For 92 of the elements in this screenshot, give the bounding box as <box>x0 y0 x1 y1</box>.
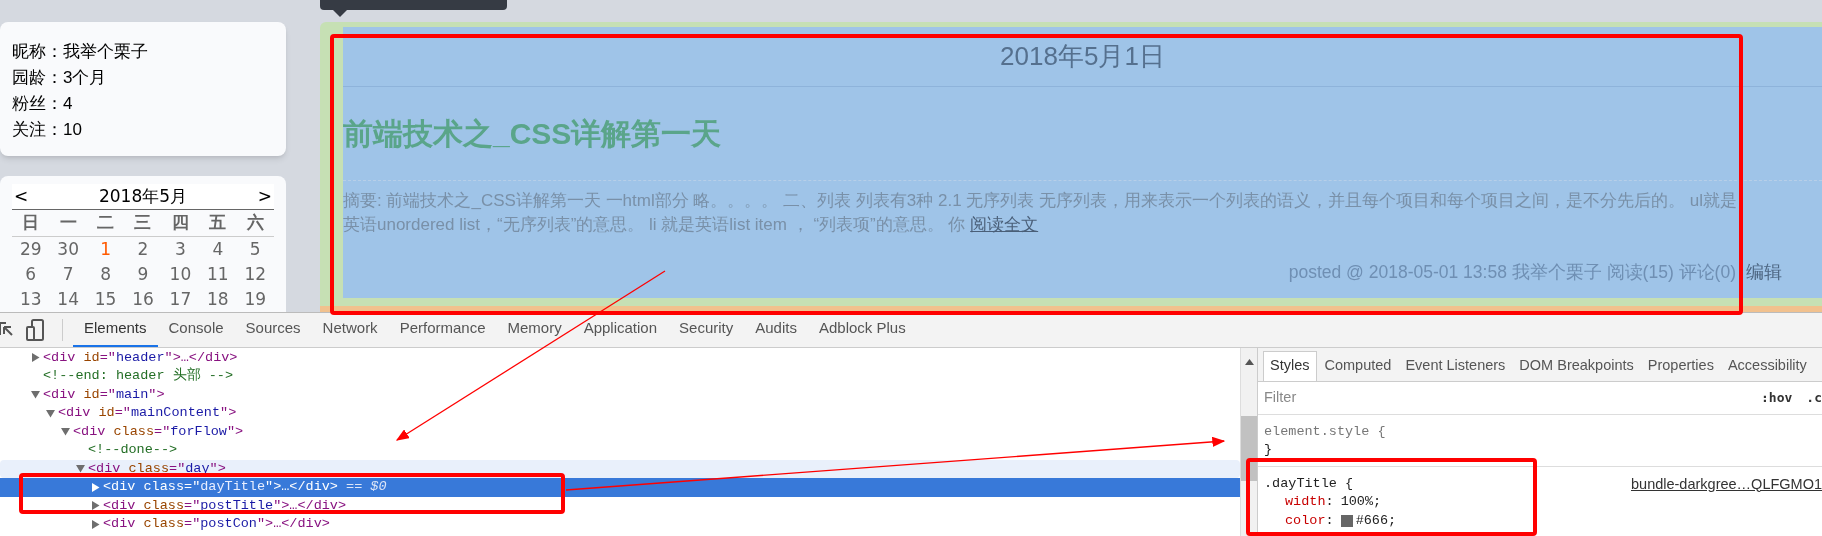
calendar-day[interactable]: 6 <box>25 264 37 284</box>
calendar-day[interactable]: 14 <box>57 289 79 309</box>
css-property-name: width <box>1285 493 1326 511</box>
devtools-tab[interactable]: Application <box>572 312 669 347</box>
devtools-tab[interactable]: Elements <box>73 312 158 347</box>
css-selector: .dayTitle { <box>1264 474 1354 493</box>
dom-node[interactable]: <!--end: header 头部 --> <box>0 367 1240 386</box>
calendar-title: 2018年5月 <box>98 184 188 208</box>
css-closing-brace: } <box>1264 441 1274 459</box>
calendar-day[interactable]: 19 <box>244 289 267 309</box>
profile-label: 粉丝： <box>12 93 63 115</box>
styles-pane-tab[interactable]: DOM Breakpoints <box>1513 350 1640 381</box>
devtools-tab[interactable]: Audits <box>744 312 808 347</box>
weekday-label: 五 <box>209 212 227 233</box>
calendar-day[interactable]: 30 <box>57 239 79 259</box>
collapsed-triangle-icon[interactable] <box>91 519 100 529</box>
profile-value: 3个月 <box>63 67 107 89</box>
calendar-day[interactable]: 16 <box>132 289 154 309</box>
dom-node[interactable]: <div class="postTitle">…</div> <box>0 496 1240 515</box>
styles-pane-tab[interactable]: Styles <box>1263 350 1317 381</box>
calendar-day[interactable]: 5 <box>249 239 261 259</box>
collapsed-triangle-icon[interactable] <box>31 353 40 363</box>
styles-pane-tab[interactable]: Accessibility <box>1721 350 1813 381</box>
css-colon: : <box>1325 493 1334 511</box>
calendar-day[interactable]: 9 <box>137 264 149 284</box>
calendar-day[interactable]: 15 <box>94 289 117 309</box>
calendar-day[interactable]: 17 <box>169 289 192 309</box>
filter-toggle-button[interactable]: .c <box>1792 387 1822 408</box>
styles-pane-tab[interactable]: Properties <box>1641 350 1720 381</box>
dom-node[interactable]: <div id="mainContent"> <box>0 404 1240 423</box>
devtools-tab[interactable]: Console <box>157 312 235 347</box>
collapsed-triangle-icon[interactable] <box>91 501 100 511</box>
dom-node[interactable]: <div id="main"> <box>0 385 1240 404</box>
calendar-day[interactable]: 7 <box>62 264 74 284</box>
profile-value: 4 <box>63 93 73 115</box>
calendar-day[interactable]: 12 <box>244 264 267 284</box>
calendar-day[interactable]: 8 <box>100 264 111 284</box>
tooltip-pointer-icon <box>332 9 348 17</box>
day-title: 2018年5月1日 <box>1000 40 1165 73</box>
css-colon: : <box>1325 511 1334 530</box>
styles-pane-tab[interactable]: Event Listeners <box>1399 350 1512 381</box>
expanded-triangle-icon[interactable] <box>46 408 55 418</box>
profile-label: 园龄： <box>12 67 63 89</box>
calendar-day[interactable]: 13 <box>19 289 42 309</box>
profile-label: 关注： <box>12 119 63 141</box>
weekday-label: 三 <box>134 212 152 233</box>
dom-node[interactable]: <div class="postCon">…</div> <box>0 515 1240 534</box>
stylesheet-link[interactable]: bundle-darkgree…QLFGMO1 <box>1631 474 1822 493</box>
css-property-value: 100%; <box>1340 493 1382 511</box>
weekday-label: 六 <box>246 212 264 233</box>
filter-field[interactable]: Filter <box>1264 386 1748 409</box>
weekday-label: 二 <box>97 212 115 233</box>
calendar-day[interactable]: 10 <box>169 264 192 284</box>
profile-value: 10 <box>63 119 82 141</box>
scroll-up-icon[interactable] <box>1245 358 1254 365</box>
color-swatch[interactable] <box>1340 514 1353 527</box>
css-property-name: color <box>1285 511 1326 530</box>
device-icon[interactable] <box>26 318 44 341</box>
devtools-tab[interactable]: Performance <box>388 312 497 347</box>
next-month-link[interactable]: > <box>257 183 272 210</box>
weekday-label: 四 <box>171 212 189 233</box>
dom-node[interactable]: <!--done--> <box>0 441 1240 460</box>
devtools-tab[interactable]: Adblock Plus <box>807 312 917 347</box>
devtools-tab[interactable]: Sources <box>234 312 312 347</box>
collapsed-triangle-icon[interactable] <box>91 482 100 492</box>
styles-pane-tab[interactable]: Computed <box>1318 350 1398 381</box>
weekday-label: 一 <box>59 212 77 233</box>
calendar-day[interactable]: 2 <box>137 239 149 259</box>
expanded-triangle-icon[interactable] <box>31 390 40 400</box>
calendar-day[interactable]: 29 <box>19 239 42 259</box>
devtools-tab[interactable]: Network <box>311 312 389 347</box>
calendar-day[interactable]: 4 <box>212 239 224 259</box>
calendar-day[interactable]: 11 <box>207 264 229 284</box>
devtools-tab[interactable]: Security <box>668 312 745 347</box>
profile-label: 昵称： <box>12 41 63 63</box>
calendar-day[interactable]: 3 <box>175 239 186 259</box>
css-selector: element.style { <box>1264 422 1386 441</box>
expanded-triangle-icon[interactable] <box>61 427 70 437</box>
css-property-value: #666; <box>1355 511 1397 530</box>
dom-node[interactable]: <div class="dayTitle">…</div> == $0 <box>0 478 1240 497</box>
dom-node[interactable]: <div id="header">…</div> <box>0 348 1240 367</box>
filter-toggle-button[interactable]: :hov <box>1747 387 1793 408</box>
calendar-day[interactable]: 18 <box>207 289 229 309</box>
weekday-label: 日 <box>22 212 40 233</box>
profile-value: 我举个栗子 <box>63 41 148 63</box>
edit-link[interactable]: 编辑 <box>1746 259 1782 286</box>
read-more-link[interactable]: 阅读全文 <box>970 215 1039 234</box>
post-summary: 摘要: 前端技术之_CSS详解第一天 一html部分 略。。。。 二、列表 列表有3种 2.1 无序列表 无序列表，用来表示一个列表的语义，并且每个项目和每个项目之间，是不分先后的。 ul就是英语unordered list，“无序列表”的意思。 li 就是英语list item ， “列表项”的意思。 你 阅读全文 <box>343 190 1739 236</box>
dom-node[interactable]: <div class="forFlow"> <box>0 422 1240 441</box>
expanded-triangle-icon[interactable] <box>76 464 85 474</box>
devtools-tab[interactable]: Memory <box>496 312 573 347</box>
prev-month-link[interactable]: < <box>14 183 29 210</box>
